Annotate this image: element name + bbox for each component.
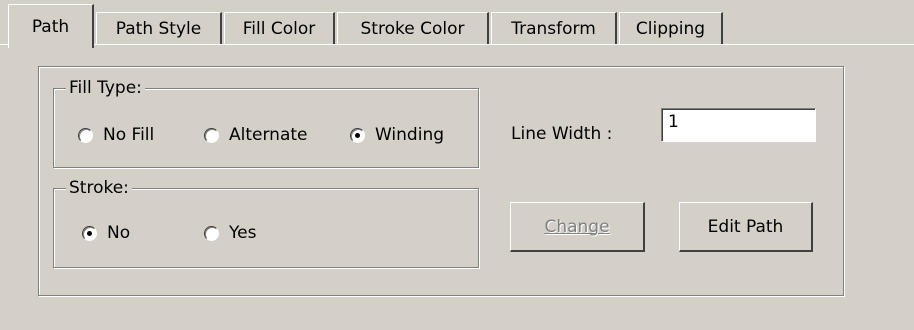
radio-stroke-yes-circle bbox=[204, 225, 219, 241]
radio-winding[interactable]: Winding bbox=[350, 125, 444, 145]
change-button-label: Change bbox=[544, 216, 610, 237]
stroke-legend: Stroke: bbox=[66, 176, 132, 200]
tab-fill-color[interactable]: Fill Color bbox=[224, 12, 335, 44]
tab-strip: Path Path Style Fill Color Stroke Color … bbox=[0, 0, 914, 48]
tab-label: Clipping bbox=[635, 18, 706, 39]
tab-label: Transform bbox=[511, 18, 596, 39]
radio-winding-circle bbox=[350, 127, 365, 143]
edit-path-button[interactable]: Edit Path bbox=[679, 202, 813, 252]
tab-divider bbox=[0, 44, 914, 45]
tab-path-style[interactable]: Path Style bbox=[96, 12, 222, 44]
fill-type-legend: Fill Type: bbox=[66, 76, 145, 100]
radio-stroke-no[interactable]: No bbox=[82, 223, 130, 243]
radio-alternate[interactable]: Alternate bbox=[204, 125, 307, 145]
radio-no-fill[interactable]: No Fill bbox=[78, 125, 154, 145]
radio-alternate-label: Alternate bbox=[229, 125, 308, 145]
tab-transform[interactable]: Transform bbox=[491, 12, 617, 44]
line-width-label: Line Width : bbox=[511, 124, 613, 144]
tab-label: Stroke Color bbox=[360, 18, 465, 39]
radio-stroke-yes-label: Yes bbox=[229, 223, 257, 243]
tab-clipping[interactable]: Clipping bbox=[619, 12, 723, 44]
tab-stroke-color[interactable]: Stroke Color bbox=[337, 12, 489, 44]
radio-stroke-no-circle bbox=[82, 225, 97, 241]
tab-label: Path bbox=[31, 17, 70, 37]
radio-stroke-yes[interactable]: Yes bbox=[204, 223, 256, 243]
radio-stroke-no-label: No bbox=[107, 223, 131, 243]
stroke-group: Stroke: No Yes bbox=[53, 176, 479, 268]
tab-path[interactable]: Path bbox=[8, 4, 94, 48]
tab-label: Fill Color bbox=[242, 18, 316, 39]
radio-no-fill-circle bbox=[78, 127, 93, 143]
radio-no-fill-label: No Fill bbox=[103, 125, 155, 145]
fill-type-group: Fill Type: No Fill Alternate Winding bbox=[53, 76, 479, 168]
radio-alternate-circle bbox=[204, 127, 219, 143]
line-width-input[interactable]: 1 bbox=[661, 108, 816, 142]
radio-winding-label: Winding bbox=[375, 125, 445, 145]
tab-label: Path Style bbox=[115, 18, 202, 39]
edit-path-button-label: Edit Path bbox=[707, 216, 784, 237]
change-button[interactable]: Change bbox=[510, 202, 645, 252]
